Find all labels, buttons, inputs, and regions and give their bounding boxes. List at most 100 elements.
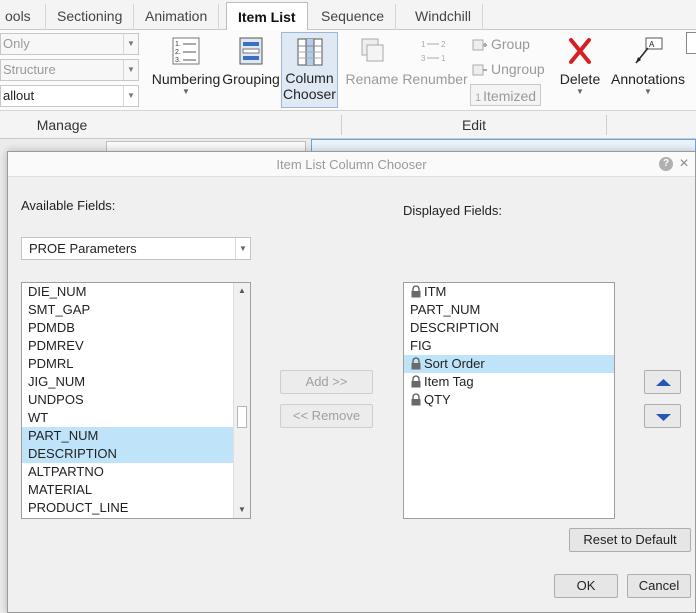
available-field-label: JIG_NUM: [28, 374, 86, 389]
scroll-down-icon[interactable]: ▼: [234, 502, 250, 518]
displayed-fields-label: Displayed Fields:: [403, 203, 502, 218]
available-field-label: PDMREV: [28, 338, 84, 353]
displayed-field-item[interactable]: FIG: [404, 337, 614, 355]
available-field-item[interactable]: DIE_NUM: [22, 283, 233, 301]
available-field-label: WT: [28, 410, 49, 425]
scroll-thumb[interactable]: [237, 406, 247, 428]
displayed-field-label: QTY: [424, 392, 451, 407]
displayed-field-item[interactable]: Sort Order: [404, 355, 614, 373]
renumber-label: Renumber: [402, 71, 468, 87]
available-fields-label: Available Fields:: [21, 198, 116, 213]
displayed-field-label: PART_NUM: [410, 302, 481, 317]
help-icon[interactable]: ?: [659, 157, 673, 171]
available-field-item[interactable]: ALTPARTNO: [22, 463, 233, 481]
available-field-item[interactable]: MATERIAL: [22, 481, 233, 499]
overflow-icon[interactable]: [686, 32, 696, 54]
available-field-item[interactable]: UNDPOS: [22, 391, 233, 409]
available-field-item[interactable]: JIG_NUM: [22, 373, 233, 391]
available-field-item[interactable]: PDMRL: [22, 355, 233, 373]
parameter-source-value: PROE Parameters: [29, 241, 137, 256]
chevron-down-icon: ▼: [123, 60, 138, 80]
tab-sequence[interactable]: Sequence: [310, 4, 397, 30]
lock-icon: [411, 393, 421, 406]
chevron-down-icon: ▼: [182, 87, 190, 96]
itemized-button[interactable]: 1 Itemized: [470, 84, 542, 106]
move-down-button[interactable]: [644, 404, 681, 428]
ungroup-label: Ungroup: [491, 61, 545, 77]
grouping-label: Grouping: [222, 71, 280, 87]
rename-button[interactable]: Rename: [344, 32, 400, 108]
available-fields-list[interactable]: DIE_NUM SMT_GAP PDMDB PDMREV PDMRL JIG_NUM UND…: [21, 282, 251, 519]
svg-text:1: 1: [441, 54, 446, 63]
rename-icon: [361, 38, 384, 62]
available-field-label: PART_NUM: [28, 428, 99, 443]
tab-sectioning[interactable]: Sectioning: [46, 4, 135, 30]
annotations-icon: A: [635, 37, 663, 64]
group-icon: [472, 39, 487, 51]
tab-windchill[interactable]: Windchill: [404, 4, 484, 30]
parameter-source-select[interactable]: PROE Parameters ▼: [21, 237, 251, 260]
available-field-item[interactable]: PRODUCT_LINE: [22, 499, 233, 517]
tab-animation[interactable]: Animation: [134, 4, 220, 30]
displayed-field-item[interactable]: Item Tag: [404, 373, 614, 391]
displayed-field-label: DESCRIPTION: [410, 320, 499, 335]
tab-tools[interactable]: ools: [0, 4, 46, 30]
scroll-up-icon[interactable]: ▲: [234, 283, 250, 299]
available-field-item[interactable]: PDMREV: [22, 337, 233, 355]
displayed-field-item[interactable]: ITM: [404, 283, 614, 301]
available-field-label: MATERIAL: [28, 482, 93, 497]
available-field-label: PRODUCT_LINE: [28, 500, 129, 515]
displayed-field-item[interactable]: QTY: [404, 391, 614, 409]
column-chooser-dialog: Item List Column Chooser ? × Available F…: [7, 151, 696, 613]
ribbon-tab-bar: ools Sectioning Animation Item List Sequ…: [0, 0, 696, 31]
delete-button[interactable]: Delete ▼: [556, 32, 604, 108]
dialog-title: Item List Column Chooser: [8, 152, 695, 177]
available-field-item[interactable]: DESCRIPTION: [22, 445, 233, 463]
available-field-item[interactable]: PART_NUM: [22, 427, 233, 445]
ungroup-button[interactable]: Ungroup: [472, 58, 545, 80]
column-chooser-label-1: Column: [285, 70, 334, 86]
renumber-button[interactable]: 1 3 2 1 Renumber: [402, 32, 468, 108]
annotations-button[interactable]: A Annotations ▼: [610, 32, 686, 108]
callout-combo[interactable]: allout ▼: [0, 85, 139, 107]
structure-combo-value: Structure: [3, 62, 56, 77]
grouping-button[interactable]: Grouping: [222, 32, 280, 108]
filter-combo[interactable]: Only ▼: [0, 33, 139, 55]
structure-combo[interactable]: Structure ▼: [0, 59, 139, 81]
triangle-down-icon: [656, 414, 671, 421]
numbering-button[interactable]: 1. 2. 3. Numbering ▼: [150, 32, 222, 108]
lock-icon: [411, 285, 421, 298]
renumber-icon: 1 3 2 1: [421, 40, 446, 63]
close-icon[interactable]: ×: [677, 153, 691, 175]
svg-text:2.: 2.: [175, 49, 181, 56]
available-list-scrollbar[interactable]: ▲ ▼: [233, 283, 250, 518]
available-field-item[interactable]: PDMDB: [22, 319, 233, 337]
reset-to-default-button[interactable]: Reset to Default: [569, 528, 691, 552]
add-button[interactable]: Add >>: [280, 370, 373, 394]
displayed-fields-list[interactable]: ITM PART_NUM DESCRIPTION FIG Sort Order Item …: [403, 282, 615, 519]
displayed-field-label: Sort Order: [424, 356, 485, 371]
column-chooser-button[interactable]: Column Chooser: [281, 32, 338, 108]
group-label-edit: Edit: [461, 117, 487, 133]
ungroup-icon: [472, 64, 487, 76]
displayed-field-item[interactable]: DESCRIPTION: [404, 319, 614, 337]
displayed-field-label: ITM: [424, 284, 447, 299]
cancel-button[interactable]: Cancel: [627, 574, 691, 598]
chevron-down-icon: ▼: [123, 86, 138, 106]
tab-item-list[interactable]: Item List: [226, 2, 308, 31]
delete-icon: [569, 38, 591, 64]
available-field-item[interactable]: WT: [22, 409, 233, 427]
group-button[interactable]: Group: [472, 33, 530, 55]
move-up-button[interactable]: [644, 370, 681, 394]
available-field-label: PDMDB: [28, 320, 75, 335]
triangle-up-icon: [656, 379, 671, 386]
ok-button[interactable]: OK: [554, 574, 618, 598]
remove-button[interactable]: << Remove: [280, 404, 373, 428]
numbering-label: Numbering: [151, 71, 221, 87]
displayed-field-item[interactable]: PART_NUM: [404, 301, 614, 319]
svg-text:2: 2: [441, 40, 446, 49]
group-label: Group: [491, 36, 530, 52]
displayed-field-label: Item Tag: [424, 374, 474, 389]
displayed-field-label: FIG: [410, 338, 432, 353]
available-field-item[interactable]: SMT_GAP: [22, 301, 233, 319]
